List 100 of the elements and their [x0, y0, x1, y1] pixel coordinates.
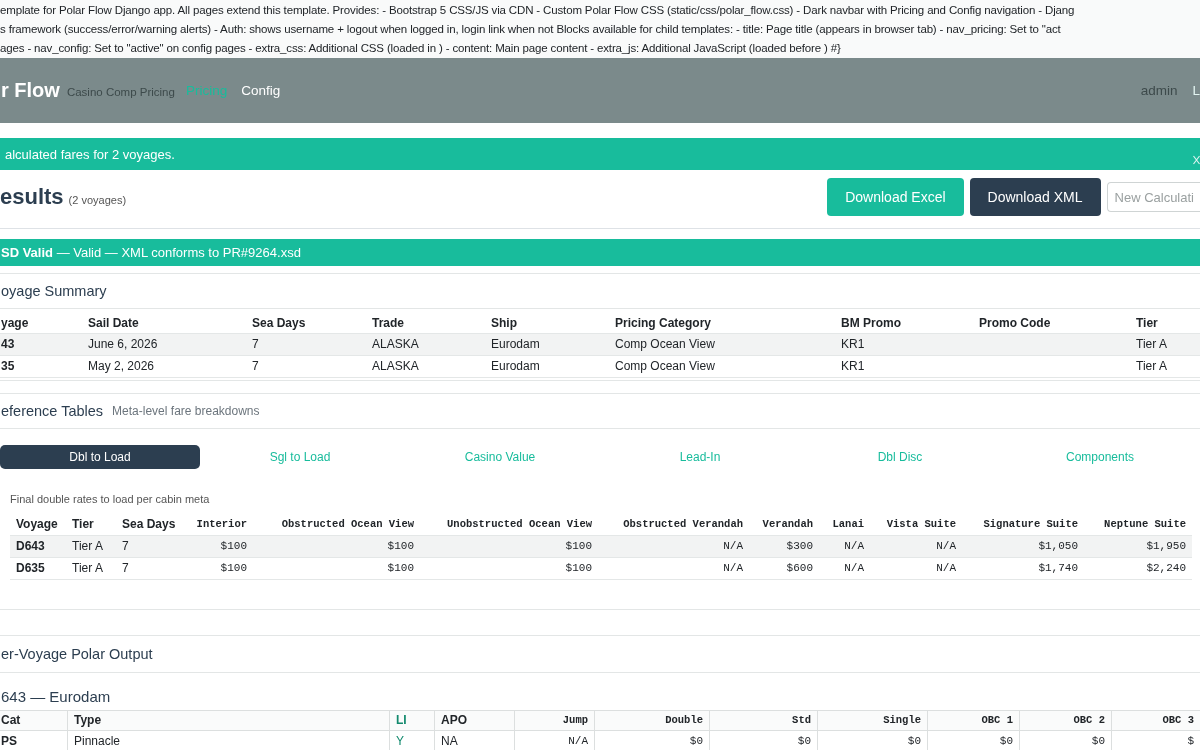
- column-header: Promo Code: [979, 315, 1052, 332]
- tab[interactable]: Dbl to Load: [0, 445, 200, 469]
- column-header: Std: [710, 711, 818, 731]
- table-cell-text: $1,050: [1037, 539, 1079, 554]
- table-cell-text: Eurodam: [491, 336, 541, 353]
- table-cell-text: $1,740: [1037, 561, 1079, 576]
- column-header: Single: [818, 711, 928, 731]
- table-cell-text: N/A: [935, 561, 957, 576]
- tab[interactable]: Dbl Disc: [800, 445, 1000, 469]
- table-cell: $0: [595, 731, 710, 750]
- column-header: Sea Days: [252, 315, 307, 332]
- table-cell-text: Tier A: [71, 538, 104, 555]
- nav-link[interactable]: Pricing: [185, 83, 228, 98]
- card-subtitle: Meta-level fare breakdowns: [112, 404, 260, 418]
- action-button[interactable]: Download Excel: [827, 178, 964, 216]
- table-cell: Pinnacle: [68, 731, 390, 750]
- table-cell-text: $2,240: [1145, 561, 1187, 576]
- table-cell-text: Tier A: [71, 560, 104, 577]
- column-header: Ship: [491, 315, 518, 332]
- table-cell: N/A: [515, 731, 595, 750]
- table-cell-text: $100: [386, 561, 415, 576]
- column-header: Tier: [71, 516, 95, 533]
- column-header: Jump: [515, 711, 595, 731]
- nav-link[interactable]: Config: [241, 83, 281, 98]
- validation-message: SD Valid — Valid — XML conforms to PR#9264.xsd: [1, 245, 301, 260]
- table-cell-text: N/A: [843, 539, 865, 554]
- column-header: Sail Date: [88, 315, 140, 332]
- column-header: Verandah: [761, 517, 814, 532]
- table-cell-text: Comp Ocean View: [615, 336, 716, 353]
- column-header: Interior: [195, 517, 248, 532]
- column-header: Lanai: [831, 517, 865, 532]
- column-header: yage: [0, 315, 30, 332]
- table-cell: NA: [435, 731, 515, 750]
- table-cell-text: $100: [219, 561, 248, 576]
- table-cell-text: Tier A: [1136, 358, 1168, 375]
- column-header: OBC 3: [1112, 711, 1200, 731]
- column-header: Tier: [1136, 315, 1159, 332]
- table-cell-text: $100: [219, 539, 248, 554]
- table-cell-text: Tier A: [1136, 336, 1168, 353]
- action-button[interactable]: New Calculati: [1106, 182, 1200, 212]
- voyage-heading: 643 — Eurodam: [0, 688, 111, 706]
- table-cell-text: $100: [386, 539, 415, 554]
- column-header: Trade: [372, 315, 405, 332]
- table-cell-text: 7: [121, 560, 130, 577]
- tab[interactable]: Components: [1000, 445, 1200, 469]
- navbar-subtitle: Casino Comp Pricing: [66, 86, 175, 98]
- table-cell-text: D643: [15, 538, 46, 555]
- column-header: Unobstructed Ocean View: [446, 517, 593, 532]
- table-cell: $0: [928, 731, 1020, 750]
- tab[interactable]: Lead-In: [600, 445, 800, 469]
- template-comment-text: emplate for Polar Flow Django app. All pages extend this template. Provides: - Bootstrap 5 CSS/JS via CDN - Custom Polar Flow CSS (static/css/polar_flow.css) - Dark navbar with Pricing and Config navigation - Djang: [0, 2, 1075, 18]
- table-cell-text: KR1: [841, 358, 866, 375]
- tab[interactable]: Sgl to Load: [200, 445, 400, 469]
- table-cell-text: May 2, 2026: [88, 358, 156, 375]
- table-cell-text: $1,950: [1145, 539, 1187, 554]
- column-header: Neptune Suite: [1103, 517, 1187, 532]
- column-header: Cat: [0, 711, 68, 731]
- table-cell-text: ALASKA: [372, 358, 420, 375]
- table-cell-text: June 6, 2026: [88, 336, 159, 353]
- table-cell-text: Comp Ocean View: [615, 358, 716, 375]
- alert-message: alculated fares for 2 voyages.: [5, 146, 175, 162]
- close-icon[interactable]: [1193, 155, 1200, 165]
- table-cell: $0: [1020, 731, 1112, 750]
- column-header: APO: [435, 711, 515, 731]
- column-header: Obstructed Verandah: [622, 517, 744, 532]
- table-caption: Final double rates to load per cabin meta: [9, 492, 210, 506]
- table-cell-text: ALASKA: [372, 336, 420, 353]
- username: admin: [1140, 83, 1178, 98]
- column-header: LI: [390, 711, 435, 731]
- table-cell-text: 7: [121, 538, 130, 555]
- tab[interactable]: Casino Value: [400, 445, 600, 469]
- table-cell: $0: [818, 731, 928, 750]
- column-header: BM Promo: [841, 315, 902, 332]
- table-cell-text: $300: [785, 539, 814, 554]
- action-button[interactable]: Download XML: [969, 178, 1101, 216]
- table-cell-text: N/A: [722, 539, 744, 554]
- column-header: OBC 1: [928, 711, 1020, 731]
- table-cell: $0: [710, 731, 818, 750]
- card-title: eference Tables: [1, 403, 104, 419]
- table-cell-text: $100: [564, 539, 593, 554]
- table-cell-text: 35: [0, 358, 16, 375]
- table-cell-text: Eurodam: [491, 358, 541, 375]
- column-header: Signature Suite: [982, 517, 1079, 532]
- voyage-count: (2 voyages): [68, 194, 127, 206]
- column-header: Vista Suite: [885, 517, 957, 532]
- column-header: OBC 2: [1020, 711, 1112, 731]
- brand-link[interactable]: r Flow: [0, 79, 60, 102]
- template-comment-text: s framework (success/error/warning alerts) - Auth: shows username + logout when logged in, login link when not Blocks available for child templates: - title: Page title (appears in browser tab) - nav_pricing: Set to "act: [0, 21, 1061, 37]
- table-cell-text: $600: [785, 561, 814, 576]
- table-cell: $: [1112, 731, 1200, 750]
- card-title: oyage Summary: [1, 283, 107, 299]
- template-comment-text: ages - nav_config: Set to "active" on config pages - extra_css: Additional CSS (loaded in ) - content: Main page content - extra_js: Additional JavaScript (loaded before ) #}: [0, 40, 841, 56]
- logout-link[interactable]: L: [1192, 83, 1200, 98]
- column-header: Obstructed Ocean View: [280, 517, 415, 532]
- table-cell-text: KR1: [841, 336, 866, 353]
- column-header: Sea Days: [121, 516, 177, 533]
- table-cell: PS: [0, 731, 68, 750]
- table-cell-text: D635: [15, 560, 46, 577]
- card-title: er-Voyage Polar Output: [1, 646, 153, 662]
- table-cell-text: N/A: [935, 539, 957, 554]
